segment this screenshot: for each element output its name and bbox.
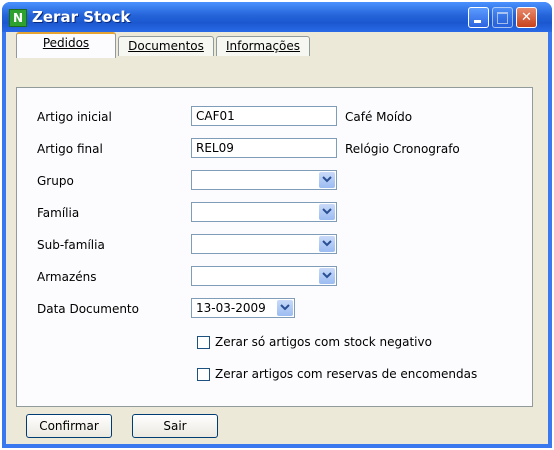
reservas-encomendas-label[interactable]: Zerar artigos com reservas de encomendas: [215, 367, 477, 381]
stock-negativo-checkbox[interactable]: [197, 336, 210, 349]
chevron-down-icon[interactable]: [319, 172, 335, 188]
tab-pedidos-label: Pedidos: [42, 36, 90, 50]
window: N Zerar Stock ✕ Pedidos Documentos Infor…: [2, 2, 552, 448]
minimize-icon: [474, 20, 481, 23]
tab-documentos-label: Documentos: [128, 39, 204, 53]
tab-documentos[interactable]: Documentos: [118, 36, 214, 56]
data-documento-value: 13-03-2009: [196, 301, 266, 315]
chevron-down-icon[interactable]: [277, 300, 293, 316]
armazens-label: Armazéns: [37, 270, 97, 284]
chevron-down-icon[interactable]: [319, 268, 335, 284]
close-icon: ✕: [521, 10, 532, 25]
familia-select[interactable]: [191, 202, 337, 222]
sair-label: Sair: [163, 419, 187, 433]
familia-label: Família: [37, 206, 80, 220]
reservas-encomendas-checkbox[interactable]: [197, 368, 210, 381]
artigo-inicial-label: Artigo inicial: [37, 110, 112, 124]
app-icon: N: [9, 9, 27, 27]
window-title: Zerar Stock: [32, 8, 131, 26]
confirmar-button[interactable]: Confirmar: [26, 414, 112, 438]
grupo-label: Grupo: [37, 174, 74, 188]
tab-panel-pedidos: Artigo inicial CAF01 Café Moído Artigo f…: [16, 87, 533, 407]
chevron-down-icon[interactable]: [319, 204, 335, 220]
minimize-button[interactable]: [468, 7, 489, 28]
tab-informacoes[interactable]: Informações: [216, 36, 310, 56]
confirmar-label: Confirmar: [39, 419, 99, 433]
title-bar[interactable]: N Zerar Stock ✕: [2, 2, 552, 32]
artigo-final-input[interactable]: REL09: [191, 138, 337, 158]
data-documento-label: Data Documento: [37, 302, 139, 316]
stock-negativo-label[interactable]: Zerar só artigos com stock negativo: [215, 335, 432, 349]
grupo-select[interactable]: [191, 170, 337, 190]
tab-pedidos[interactable]: Pedidos: [16, 32, 116, 58]
close-button[interactable]: ✕: [516, 7, 537, 28]
armazens-select[interactable]: [191, 266, 337, 286]
maximize-icon: [497, 12, 508, 24]
dialog-body: Pedidos Documentos Informações Artigo in…: [6, 32, 548, 444]
artigo-inicial-input[interactable]: CAF01: [191, 106, 337, 126]
maximize-button[interactable]: [492, 7, 513, 28]
chevron-down-icon[interactable]: [319, 236, 335, 252]
artigo-inicial-description: Café Moído: [345, 110, 413, 124]
artigo-final-description: Relógio Cronografo: [345, 142, 460, 156]
subfamilia-label: Sub-família: [37, 238, 105, 252]
tab-informacoes-label: Informações: [225, 39, 301, 53]
artigo-final-label: Artigo final: [37, 142, 103, 156]
sair-button[interactable]: Sair: [132, 414, 218, 438]
subfamilia-select[interactable]: [191, 234, 337, 254]
data-documento-picker[interactable]: 13-03-2009: [191, 298, 295, 318]
